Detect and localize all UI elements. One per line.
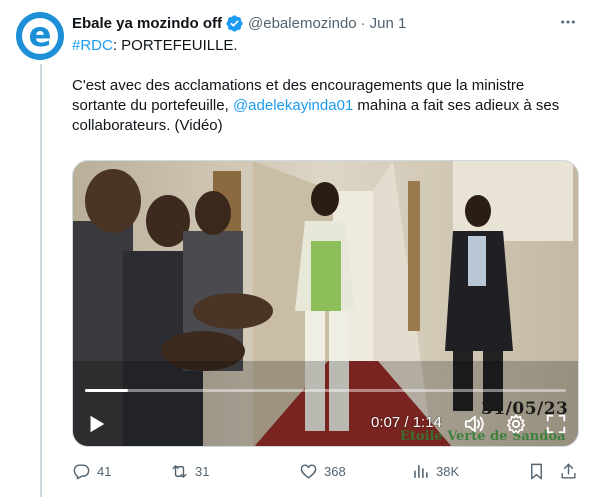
author-handle[interactable]: @ebalemozindo [248, 15, 357, 32]
avatar[interactable]: e [16, 12, 64, 60]
fullscreen-icon[interactable] [545, 413, 567, 435]
video-progress-bar[interactable] [85, 389, 566, 392]
reply-icon [73, 463, 90, 479]
bookmark-icon [531, 463, 542, 479]
reply-count: 41 [97, 463, 112, 479]
views-count: 38K [436, 463, 460, 479]
views-button[interactable]: 38K [411, 459, 459, 483]
reply-button[interactable]: 41 [72, 459, 111, 483]
tweet-actions: 41 31 368 38K [72, 459, 580, 483]
repost-count: 31 [195, 463, 210, 479]
tweet-body: C'est avec des acclamations et des encou… [72, 76, 582, 136]
author-name[interactable]: Ebale ya mozindo off [72, 15, 222, 32]
like-count: 368 [324, 463, 346, 479]
verified-badge-icon[interactable] [225, 14, 244, 33]
gear-icon[interactable] [505, 413, 527, 435]
heart-icon [300, 463, 317, 479]
mention-link[interactable]: @adelekayinda01 [233, 97, 353, 114]
share-icon [561, 463, 576, 479]
volume-icon[interactable] [463, 413, 487, 435]
repost-icon [172, 464, 187, 478]
thread-line [40, 64, 42, 497]
tweet-date[interactable]: Jun 1 [370, 15, 407, 32]
tweet-header: Ebale ya mozindo off @ebalemozindo · Jun… [72, 12, 406, 34]
avatar-letter: e [28, 15, 52, 55]
bookmark-button[interactable] [527, 459, 552, 483]
video-progress-fill [85, 389, 129, 392]
play-icon[interactable] [85, 413, 107, 435]
tweet-headline: #RDC: PORTEFEUILLE. [72, 36, 582, 56]
share-button[interactable] [559, 459, 584, 483]
headline-text: : PORTEFEUILLE. [112, 37, 238, 54]
tweet-text: #RDC: PORTEFEUILLE. C'est avec des accla… [72, 36, 582, 136]
analytics-icon [414, 464, 428, 478]
like-button[interactable]: 368 [299, 459, 346, 483]
more-icon[interactable] [558, 12, 578, 32]
video-player[interactable]: 31/05/23 Etoile Verte de Sandoa 0:07 / 1… [72, 160, 579, 447]
hashtag-link[interactable]: #RDC [72, 37, 113, 54]
separator-dot: · [360, 14, 366, 32]
video-timecode: 0:07 / 1:14 [371, 414, 442, 431]
repost-button[interactable]: 31 [170, 459, 209, 483]
